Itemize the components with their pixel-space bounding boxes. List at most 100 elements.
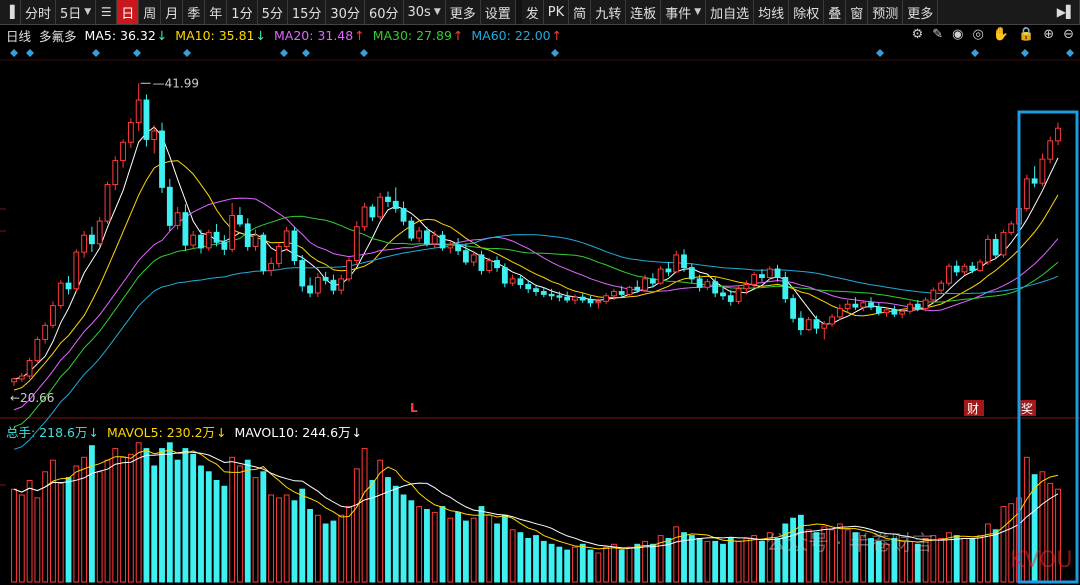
candle-body: [813, 319, 820, 329]
candle-body: [836, 307, 843, 318]
candle-body: [766, 268, 773, 278]
candle-body: [914, 303, 921, 309]
volume-bar: [314, 514, 321, 583]
volume-bar: [50, 459, 56, 583]
volume-bar: [229, 456, 236, 583]
volume-bar: [353, 468, 360, 583]
volume-bar: [704, 540, 711, 583]
candle-body: [829, 316, 835, 325]
candle-body: [400, 207, 407, 222]
volume-bar: [400, 494, 407, 583]
max-label: —41.99: [153, 76, 199, 90]
candle-body: [447, 244, 454, 249]
volume-bar: [688, 535, 695, 583]
candle-body: [688, 267, 695, 280]
volume-bar: [330, 520, 337, 583]
candle-body: [618, 291, 625, 295]
candle-body: [159, 130, 165, 188]
candle-body: [135, 99, 142, 124]
volume-bar: [221, 485, 228, 583]
volume-bar: [385, 477, 391, 583]
volume-bar: [969, 537, 976, 583]
candle-body: [1047, 140, 1054, 160]
candle-body: [361, 206, 368, 228]
candle-body: [174, 212, 181, 226]
candle-body: [73, 251, 80, 290]
volume-bar: [283, 494, 290, 583]
volume-bar: [408, 500, 415, 583]
volume-bar: [564, 549, 571, 583]
volume-bar: [166, 442, 173, 583]
candle-body: [283, 230, 290, 247]
candle-body: [369, 206, 376, 218]
candle-body: [891, 309, 898, 315]
volume-bar: [18, 494, 25, 583]
candle-body: [875, 306, 882, 314]
candle-body: [346, 260, 352, 280]
watermark-stamp: KVOU: [1010, 548, 1073, 573]
candle-body: [143, 99, 150, 140]
candle-body: [18, 375, 25, 380]
volume-bar: [307, 508, 313, 583]
candle-body: [322, 276, 329, 281]
candle-body: [120, 141, 126, 162]
candle-body: [81, 234, 88, 253]
volume-bar: [346, 506, 352, 583]
candle-body: [385, 196, 391, 202]
volume-bar: [275, 497, 282, 583]
candle-body: [984, 238, 991, 263]
volume-bar: [135, 442, 142, 583]
volume-bar: [338, 514, 345, 583]
candle-body: [11, 378, 17, 383]
volume-bar: [174, 459, 181, 583]
candle-body: [696, 278, 703, 288]
candle-body: [112, 160, 119, 186]
volume-bar: [431, 511, 438, 583]
candle-body: [649, 278, 656, 284]
min-label: ←20.66: [10, 391, 54, 405]
volume-bar: [649, 543, 656, 583]
candle-body: [198, 234, 204, 249]
candle-body: [478, 254, 485, 271]
volume-bar: [618, 549, 625, 583]
volume-bar: [961, 537, 968, 583]
volume-bar: [34, 497, 41, 583]
candle-body: [930, 289, 937, 301]
volume-bar: [73, 465, 80, 583]
candle-body: [190, 234, 197, 246]
candle-body: [299, 260, 306, 287]
volume-bar: [533, 535, 539, 583]
event-diamond-icon: [876, 49, 884, 57]
candle-body: [221, 241, 228, 250]
candle-body: [790, 298, 797, 319]
candle-body: [252, 234, 259, 247]
volume-bar: [151, 465, 158, 583]
volume-bar: [81, 456, 88, 583]
volume-bar: [517, 532, 524, 583]
candle-body: [805, 319, 812, 331]
candle-body: [751, 274, 758, 286]
candle-body: [704, 281, 711, 288]
volume-bar: [556, 546, 563, 583]
candle-body: [416, 230, 423, 239]
candle-body: [626, 286, 633, 295]
candle-body: [26, 360, 33, 377]
candle-body: [525, 284, 532, 290]
volume-bar: [759, 540, 765, 583]
candle-body: [88, 234, 95, 245]
candle-body: [899, 310, 906, 315]
volume-bar: [252, 477, 259, 583]
volume-bar: [182, 448, 189, 583]
candle-body: [268, 262, 275, 271]
candle-body: [65, 282, 72, 290]
candle-body: [517, 278, 524, 286]
event-diamond-icon: [26, 49, 34, 57]
marker-jiang: 奖: [1021, 402, 1033, 416]
event-diamond-icon: [302, 49, 310, 57]
volume-bar: [291, 500, 298, 583]
ma60-line: [13, 234, 1059, 450]
candle-body: [907, 303, 913, 312]
volume-bar: [42, 471, 49, 583]
candle-body: [377, 196, 384, 218]
candle-body: [291, 230, 298, 262]
